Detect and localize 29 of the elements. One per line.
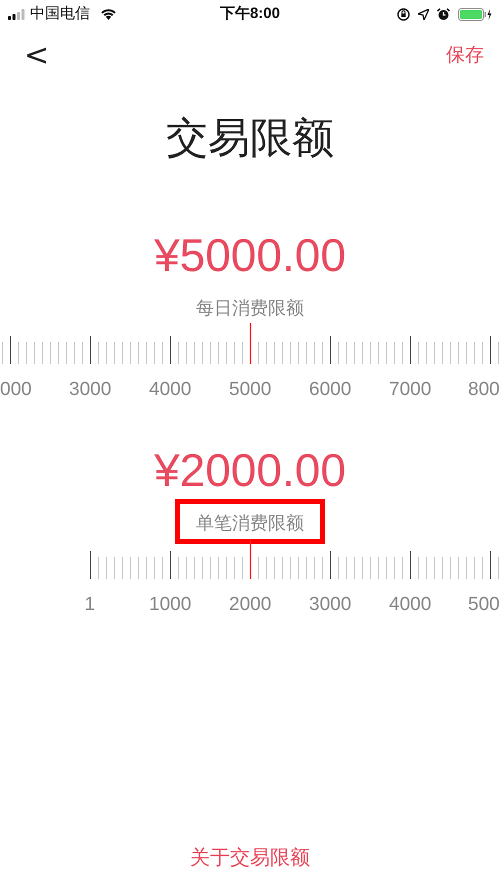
limit-amount: ¥5000.00: [153, 228, 347, 283]
limit-label: 单笔消费限额: [175, 499, 325, 544]
orientation-lock-icon: [396, 8, 410, 20]
alarm-icon: [436, 8, 450, 20]
wifi-icon: [100, 8, 117, 20]
limit-amount: ¥2000.00: [153, 443, 347, 498]
location-icon: [418, 8, 429, 20]
scale-label: 500: [468, 593, 500, 617]
scale-label: 800: [468, 378, 500, 402]
limit-label: 每日消费限额: [196, 298, 304, 318]
page-title: 交易限额: [165, 113, 335, 163]
scale-label: 4000: [389, 593, 432, 617]
scale-label: 4000: [149, 378, 192, 402]
scale-label: 7000: [389, 378, 432, 402]
scale-label: 6000: [309, 378, 352, 402]
scale-label: 5000: [229, 378, 272, 402]
battery-icon: [458, 8, 492, 20]
scale-label: 3000: [69, 378, 112, 402]
scale-label: 000: [0, 378, 32, 402]
about-limits-link[interactable]: 关于交易限额: [190, 847, 310, 869]
signal-icon: [8, 8, 26, 20]
scale-label: 2000: [229, 593, 272, 617]
back-button[interactable]: <: [18, 41, 56, 71]
scale-label: 1000: [149, 593, 192, 617]
status-time: 下午8:00: [218, 4, 281, 24]
scale-label: 1: [84, 593, 96, 617]
save-button[interactable]: 保存: [446, 42, 484, 70]
scale-label: 3000: [309, 593, 352, 617]
carrier-name: 中国电信: [30, 4, 90, 24]
